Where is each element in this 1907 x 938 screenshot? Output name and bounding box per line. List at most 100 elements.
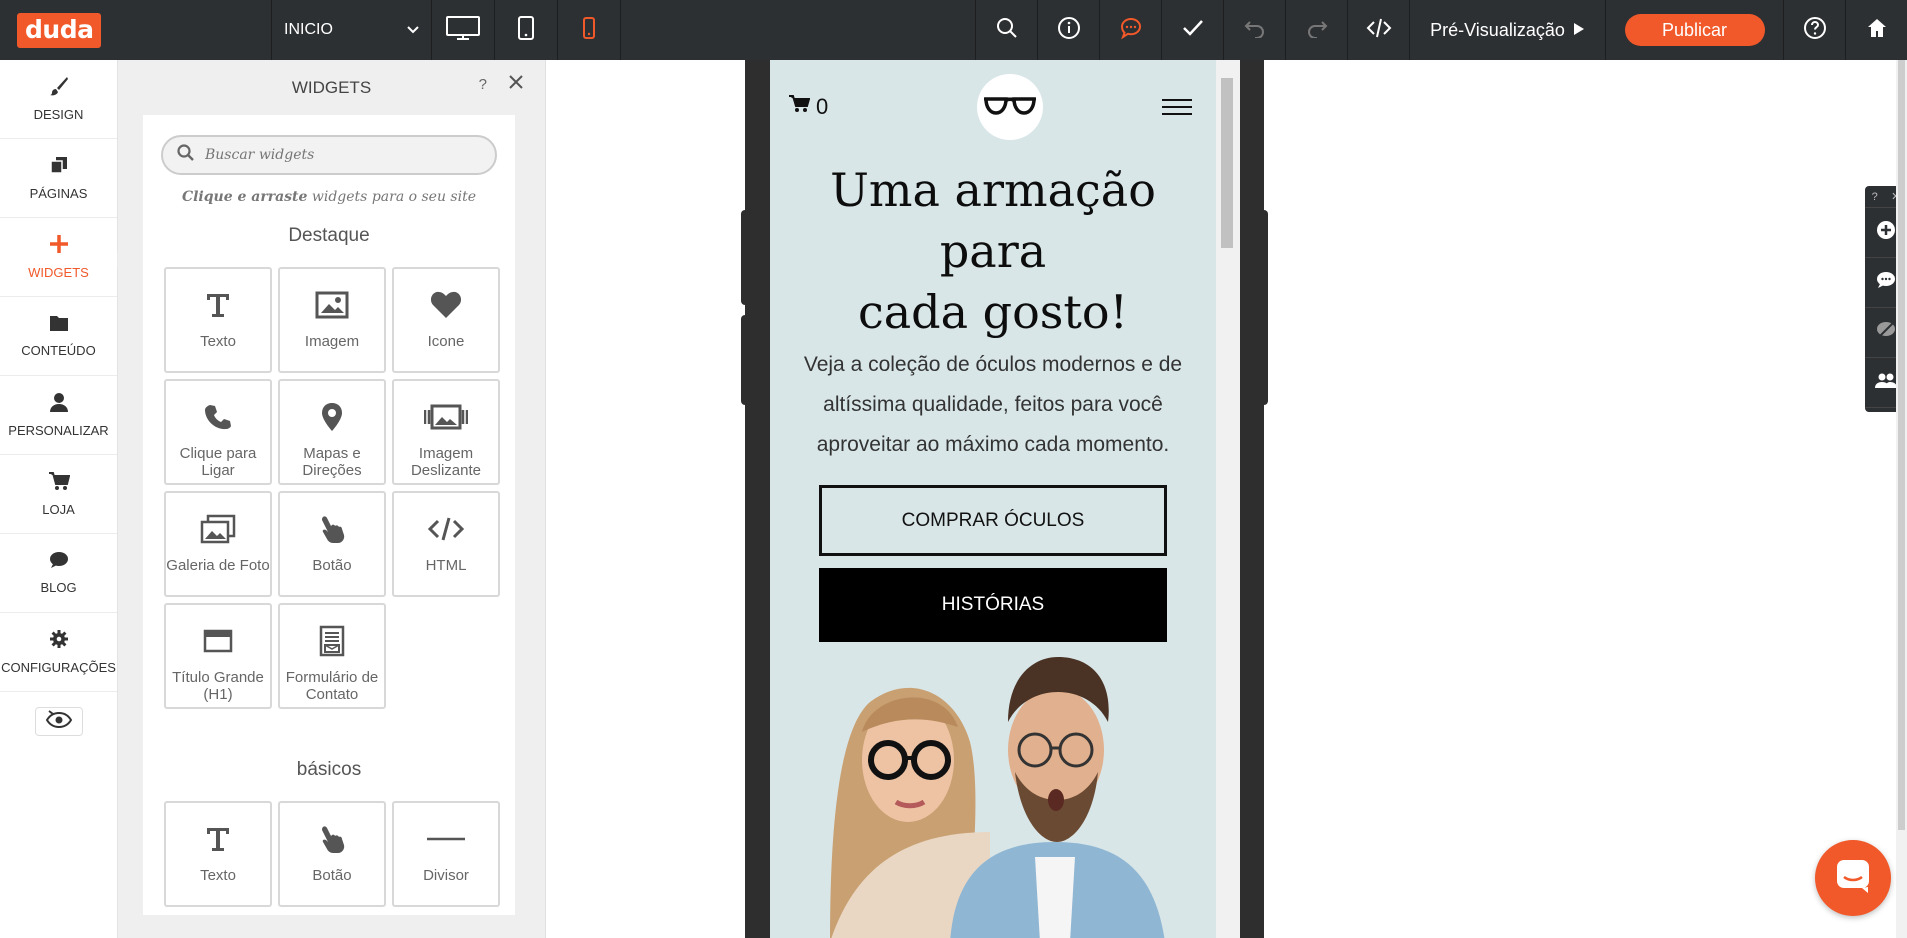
widget-image[interactable]: Imagem [278, 267, 386, 373]
comment-icon [1119, 16, 1143, 45]
hero-text[interactable]: Veja a coleção de óculos modernos e de a… [770, 345, 1216, 465]
search-button[interactable] [975, 0, 1037, 60]
section-featured-title: Destaque [288, 225, 370, 246]
html-icon [428, 501, 464, 557]
widgets-panel: WIDGETS ? Clique e arraste widgets para … [118, 60, 546, 938]
nav-settings[interactable]: CONFIGURAÇÕES [0, 613, 117, 692]
publish-button[interactable]: Publicar [1624, 14, 1765, 46]
widget-icon[interactable]: Icone [392, 267, 500, 373]
toolbar-help-button[interactable]: ? [1872, 191, 1878, 203]
nav-label: BLOG [40, 580, 77, 595]
check-button[interactable] [1161, 0, 1223, 60]
undo-icon [1244, 18, 1266, 43]
support-chat-button[interactable] [1815, 840, 1891, 916]
help-button[interactable] [1783, 0, 1845, 60]
page-selector[interactable]: INICIO [272, 0, 432, 60]
logo-area: duda [0, 0, 272, 60]
add-circle-icon [1876, 220, 1896, 245]
nav-label: PERSONALIZAR [8, 423, 109, 438]
code-button[interactable] [1347, 0, 1409, 60]
preview-button[interactable]: Pré-Visualização [1409, 0, 1605, 60]
hint-bold: Clique e arraste [181, 189, 308, 205]
widget-contact-form[interactable]: Formulário de Contato [278, 603, 386, 709]
hero-photo[interactable] [770, 642, 1216, 938]
nav-content[interactable]: CONTEÚDO [0, 297, 117, 376]
site-cart[interactable]: 0 [788, 94, 828, 120]
page-scroll-thumb[interactable] [1898, 60, 1905, 830]
widget-click-to-call[interactable]: Clique para Ligar [164, 379, 272, 485]
eye-icon [45, 710, 73, 733]
widget-label: HTML [425, 557, 467, 574]
widget-image-slider[interactable]: Imagem Deslizante [392, 379, 500, 485]
panel-help-button[interactable]: ? [479, 76, 487, 93]
undo-button[interactable] [1223, 0, 1285, 60]
section-basic-title: básicos [296, 759, 362, 780]
preview-scroll-thumb[interactable] [1221, 78, 1233, 248]
hero-title[interactable]: Uma armação para cada gosto! [770, 160, 1216, 343]
check-icon [1182, 19, 1204, 42]
nav-label: CONFIGURAÇÕES [1, 660, 116, 675]
info-button[interactable] [1037, 0, 1099, 60]
search-icon [996, 17, 1018, 44]
mobile-view-button[interactable] [558, 0, 621, 60]
hint-rest: widgets para o seu site [307, 189, 477, 205]
site-header: 0 [770, 60, 1216, 154]
hide-toggle-button[interactable] [34, 707, 83, 736]
widget-divider[interactable]: Divisor [392, 801, 500, 907]
folder-icon [49, 314, 69, 335]
nav-blog[interactable]: BLOG [0, 534, 117, 613]
nav-personalize[interactable]: PERSONALIZAR [0, 376, 117, 455]
nav-design[interactable]: DESIGN [0, 60, 117, 139]
nav-label: DESIGN [33, 107, 84, 122]
widget-label: Texto [200, 333, 236, 350]
comments-button[interactable] [1099, 0, 1161, 60]
stories-button[interactable]: HISTÓRIAS [819, 568, 1167, 642]
brush-icon [49, 76, 69, 99]
cart-icon [788, 94, 811, 120]
search-input[interactable] [205, 147, 485, 163]
desktop-view-button[interactable] [432, 0, 495, 60]
hidden-comment-icon [1876, 321, 1896, 344]
widget-search[interactable] [161, 135, 497, 175]
desktop-icon [445, 15, 481, 46]
chat-bubble-icon [49, 551, 69, 572]
widget-text[interactable]: Texto [164, 801, 272, 907]
nav-pages[interactable]: PÁGINAS [0, 139, 117, 218]
widget-html[interactable]: HTML [392, 491, 500, 597]
widget-title-h1[interactable]: Título Grande (H1) [164, 603, 272, 709]
mobile-icon [582, 16, 596, 44]
widget-label: Galeria de Foto [166, 557, 270, 574]
gallery-icon [200, 501, 236, 557]
redo-button[interactable] [1285, 0, 1347, 60]
heart-icon [430, 277, 462, 333]
tablet-view-button[interactable] [495, 0, 558, 60]
home-button[interactable] [1845, 0, 1907, 60]
page-scrollbar[interactable] [1896, 60, 1907, 938]
chevron-down-icon [407, 21, 419, 39]
widget-button[interactable]: Botão [278, 491, 386, 597]
widget-label: Imagem [304, 333, 360, 350]
panel-header: WIDGETS ? [118, 60, 545, 115]
widget-label: Clique para Ligar [179, 445, 257, 479]
title-icon [203, 613, 233, 669]
preview-scrollbar[interactable] [1216, 60, 1240, 938]
widget-photo-gallery[interactable]: Galeria de Foto [164, 491, 272, 597]
nav-label: WIDGETS [28, 265, 89, 280]
hamburger-menu-icon[interactable] [1162, 94, 1192, 120]
widget-maps[interactable]: Mapas e Direções [278, 379, 386, 485]
gear-icon [49, 629, 69, 652]
text-icon [204, 277, 232, 333]
site-logo[interactable] [977, 74, 1044, 140]
home-icon [1866, 17, 1888, 44]
nav-store[interactable]: LOJA [0, 455, 117, 534]
close-icon[interactable] [509, 74, 523, 94]
nav-widgets[interactable]: WIDGETS [0, 218, 126, 297]
buy-glasses-button[interactable]: COMPRAR ÓCULOS [819, 485, 1167, 556]
widget-button[interactable]: Botão [278, 801, 386, 907]
widget-text[interactable]: Texto [164, 267, 272, 373]
widget-label: Botão [312, 557, 352, 574]
basic-widgets-grid: Texto Botão Divisor [164, 801, 515, 907]
site-preview[interactable]: 0 Uma armação para cada gosto! Veja a co… [770, 60, 1216, 938]
widget-label: Texto [200, 867, 236, 884]
duda-logo[interactable]: duda [17, 12, 102, 48]
